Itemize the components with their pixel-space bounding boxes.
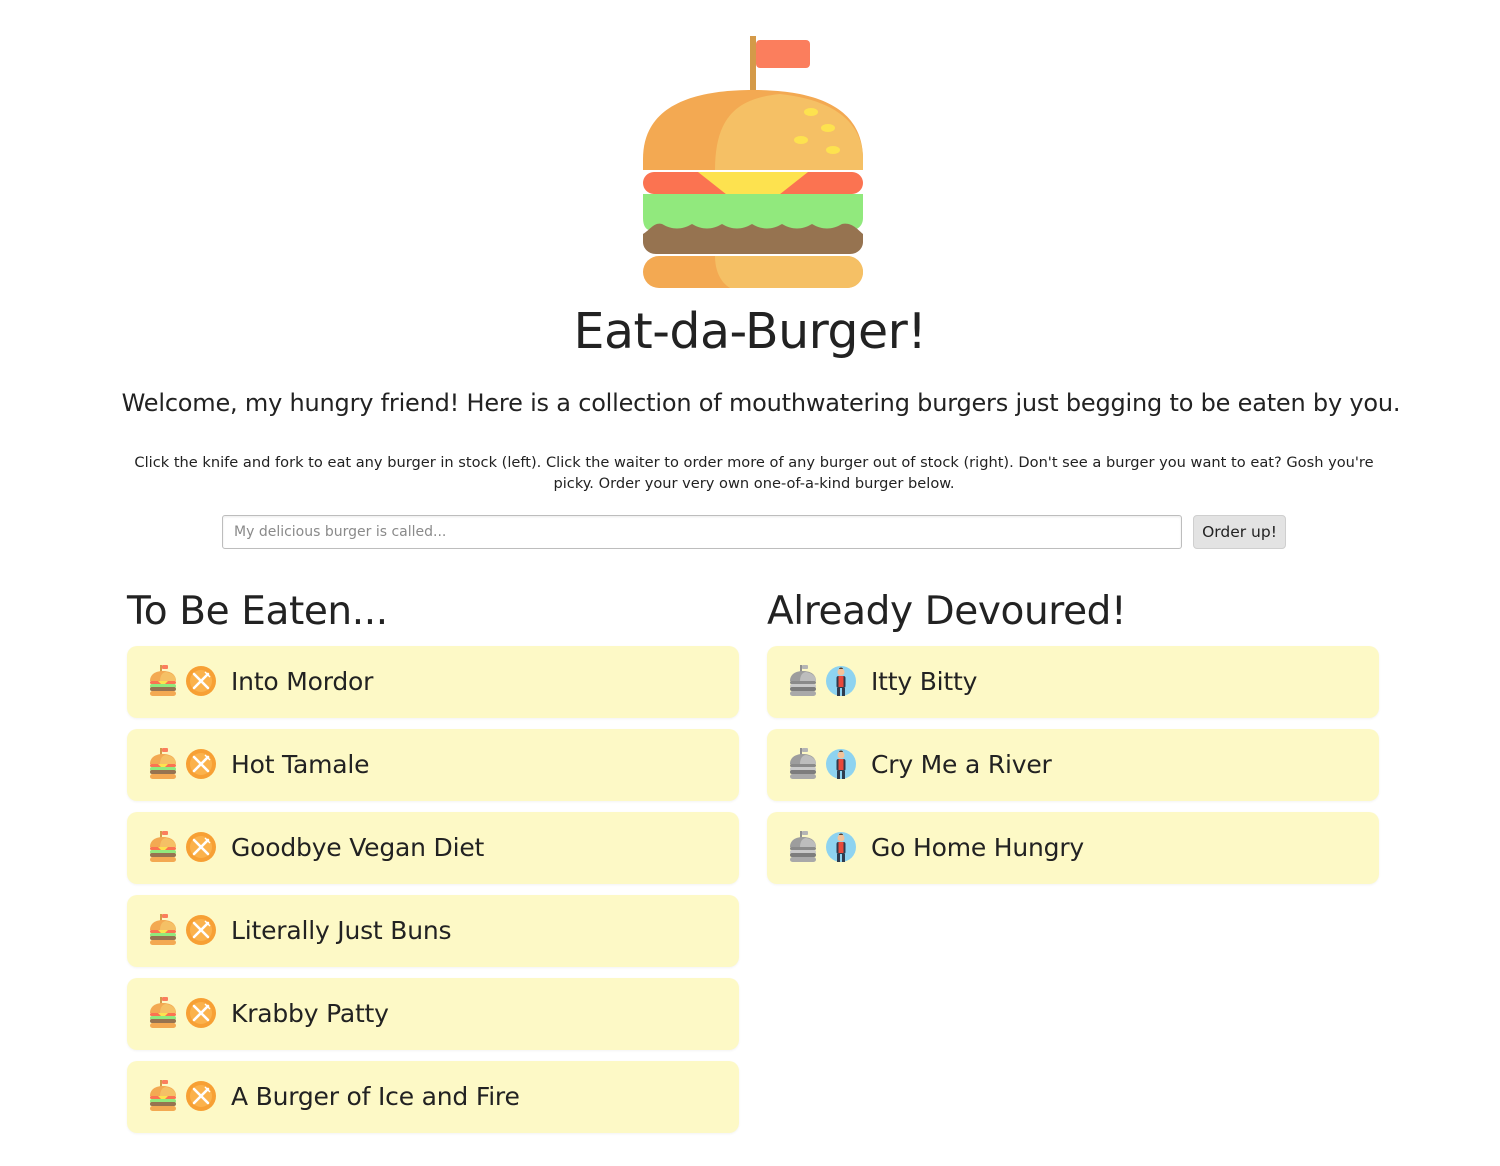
burger-icon — [147, 913, 179, 947]
instructions-text: Click the knife and fork to eat any burg… — [134, 454, 1374, 492]
burger-logo-icon — [643, 36, 863, 288]
burger-icon — [147, 664, 179, 698]
to-be-eaten-item-name: Goodbye Vegan Diet — [231, 833, 485, 862]
to-be-eaten-item: A Burger of Ice and Fire — [127, 1061, 739, 1133]
to-be-eaten-item-name: Into Mordor — [231, 667, 374, 696]
to-be-eaten-section: To Be Eaten... Into Mordor Hot Tamale Good… — [127, 584, 739, 1144]
order-up-button[interactable]: Order up! — [1193, 515, 1286, 549]
burger-icon — [147, 996, 179, 1030]
welcome-text: Welcome, my hungry friend! Here is a col… — [121, 389, 1401, 417]
to-be-eaten-item: Goodbye Vegan Diet — [127, 812, 739, 884]
cloche-icon — [787, 664, 819, 698]
to-be-eaten-list: Into Mordor Hot Tamale Goodbye Vegan Diet L… — [127, 646, 739, 1133]
to-be-eaten-item: Into Mordor — [127, 646, 739, 718]
cloche-icon — [787, 830, 819, 864]
to-be-eaten-item-name: Literally Just Buns — [231, 916, 452, 945]
to-be-eaten-item-name: Hot Tamale — [231, 750, 370, 779]
devoured-list: Itty Bitty Cry Me a River Go Home Hungry — [767, 646, 1379, 884]
devoured-section: Already Devoured! Itty Bitty Cry Me a Riv… — [767, 584, 1379, 895]
to-be-eaten-item-name: Krabby Patty — [231, 999, 389, 1028]
order-form: Order up! — [222, 515, 1286, 551]
knife-and-fork-icon[interactable] — [185, 913, 217, 947]
devoured-item: Itty Bitty — [767, 646, 1379, 718]
to-be-eaten-item: Hot Tamale — [127, 729, 739, 801]
cloche-icon — [787, 747, 819, 781]
knife-and-fork-icon[interactable] — [185, 1079, 217, 1113]
burger-icon — [147, 830, 179, 864]
waiter-icon[interactable] — [825, 830, 857, 864]
to-be-eaten-item: Krabby Patty — [127, 978, 739, 1050]
devoured-heading: Already Devoured! — [767, 589, 1127, 634]
to-be-eaten-item: Literally Just Buns — [127, 895, 739, 967]
knife-and-fork-icon[interactable] — [185, 664, 217, 698]
devoured-item-name: Itty Bitty — [871, 667, 978, 696]
waiter-icon[interactable] — [825, 664, 857, 698]
page-title: Eat-da-Burger! — [573, 303, 927, 360]
knife-and-fork-icon[interactable] — [185, 830, 217, 864]
knife-and-fork-icon[interactable] — [185, 996, 217, 1030]
knife-and-fork-icon[interactable] — [185, 747, 217, 781]
waiter-icon[interactable] — [825, 747, 857, 781]
devoured-item: Go Home Hungry — [767, 812, 1379, 884]
devoured-item-name: Cry Me a River — [871, 750, 1052, 779]
to-be-eaten-item-name: A Burger of Ice and Fire — [231, 1082, 520, 1111]
to-be-eaten-heading: To Be Eaten... — [127, 589, 388, 634]
burger-icon — [147, 1079, 179, 1113]
burger-name-input[interactable] — [222, 515, 1182, 549]
page: Eat-da-Burger! Welcome, my hungry friend… — [0, 0, 1500, 1166]
devoured-item: Cry Me a River — [767, 729, 1379, 801]
burger-icon — [147, 747, 179, 781]
devoured-item-name: Go Home Hungry — [871, 833, 1085, 862]
